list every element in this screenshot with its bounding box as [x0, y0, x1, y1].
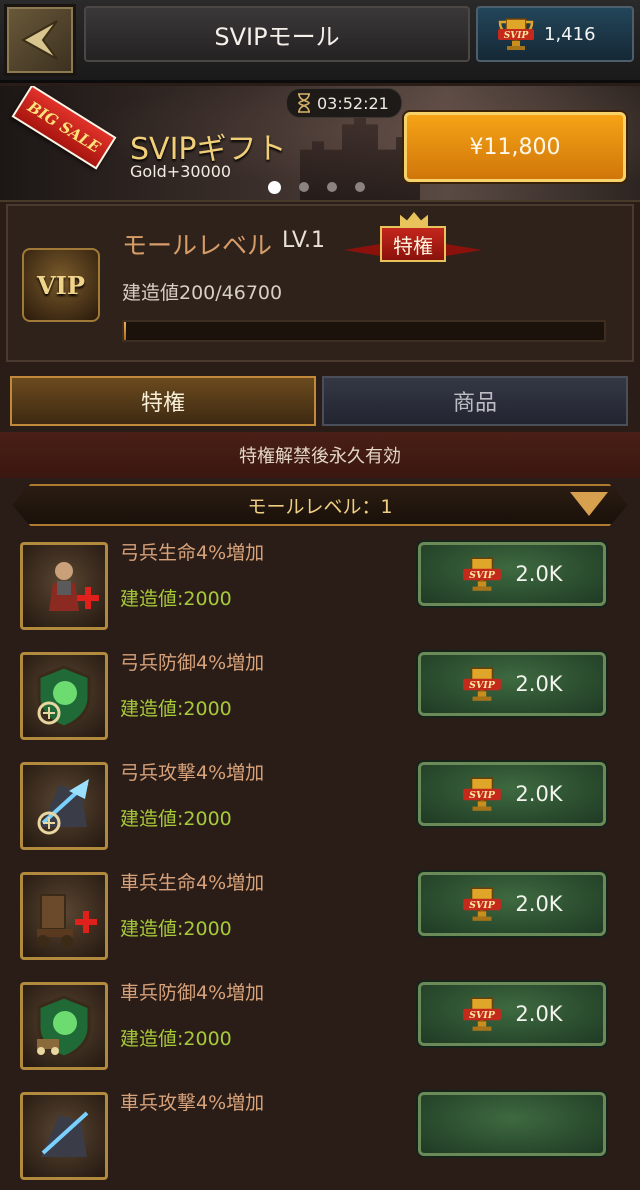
privilege-notice: 特権解禁後永久有効	[0, 432, 640, 478]
svip-trophy-icon: SVIP	[463, 777, 502, 811]
currency-amount: 1,416	[544, 23, 596, 45]
vip-badge-icon: VIP	[22, 248, 100, 322]
carousel-dot[interactable]	[268, 181, 281, 194]
item-price: 2.0K	[515, 672, 563, 696]
item-name: 弓兵生命4%増加	[120, 542, 265, 564]
svg-text:SVIP: SVIP	[470, 570, 497, 581]
archer-defense-icon	[20, 652, 108, 740]
siege-attack-icon	[20, 1092, 108, 1180]
archer-attack-icon	[20, 762, 108, 850]
item-name: 弓兵防御4%増加	[120, 652, 265, 674]
list-item: 弓兵生命4%増加 建造値:2000 SVIP 2.0K	[0, 530, 640, 640]
carousel-indicator[interactable]	[268, 181, 365, 194]
item-cost: 建造値:2000	[120, 918, 232, 940]
item-name: 車兵生命4%増加	[120, 872, 265, 894]
archer-health-icon	[20, 542, 108, 630]
item-cost: 建造値:2000	[120, 1028, 232, 1050]
item-cost: 建造値:2000	[120, 588, 232, 610]
mall-level-label: モールレベル	[122, 231, 273, 260]
list-item: 車兵生命4%増加 建造値:2000 SVIP 2.0K	[0, 860, 640, 970]
list-item: 車兵攻撃4%増加	[0, 1080, 640, 1190]
level-section-header: モールレベル：1	[12, 484, 628, 526]
svip-trophy-icon: SVIP	[463, 667, 502, 701]
item-name: 車兵防御4%増加	[120, 982, 265, 1004]
svg-text:SVIP: SVIP	[470, 900, 497, 911]
gift-subtitle: Gold+30000	[130, 162, 232, 181]
privilege-badge: 特権	[380, 226, 446, 262]
siege-defense-icon	[20, 982, 108, 1070]
list-item: 車兵防御4%増加 建造値:2000 SVIP 2.0K	[0, 970, 640, 1080]
item-buy-button[interactable]: SVIP 2.0K	[418, 542, 606, 606]
item-buy-button[interactable]: SVIP 2.0K	[418, 872, 606, 936]
item-cost: 建造値:2000	[120, 698, 232, 720]
tab-products[interactable]: 商品	[322, 376, 628, 426]
dropdown-arrow-icon[interactable]	[570, 492, 608, 516]
hourglass-icon	[298, 93, 310, 113]
svip-trophy-icon: SVIP	[463, 997, 502, 1031]
progress-fill	[124, 322, 127, 340]
item-name: 弓兵攻撃4%増加	[120, 762, 265, 784]
big-sale-ribbon: BIG SALE	[11, 86, 117, 170]
carousel-dot[interactable]	[327, 182, 337, 192]
svg-text:SVIP: SVIP	[470, 790, 497, 801]
buy-gift-button[interactable]: ¥11,800	[404, 112, 626, 182]
siege-health-icon	[20, 872, 108, 960]
item-name: 車兵攻撃4%増加	[120, 1092, 265, 1114]
item-price: 2.0K	[515, 892, 563, 916]
timer-text: 03:52:21	[317, 93, 389, 113]
carousel-dot[interactable]	[355, 182, 365, 192]
page-title: SVIPモール	[84, 6, 470, 62]
item-price: 2.0K	[515, 782, 563, 806]
list-item: 弓兵攻撃4%増加 建造値:2000 SVIP 2.0K	[0, 750, 640, 860]
carousel-dot[interactable]	[299, 182, 309, 192]
svg-text:SVIP: SVIP	[470, 1010, 497, 1021]
item-price: 2.0K	[515, 1002, 563, 1026]
svip-trophy-icon: SVIP	[498, 18, 534, 50]
svg-text:SVIP: SVIP	[504, 31, 529, 41]
mall-level-panel: VIP モールレベル LV.1 特権 建造値200/46700	[6, 204, 634, 362]
level-progress-bar	[122, 320, 606, 342]
list-item: 弓兵防御4%増加 建造値:2000 SVIP 2.0K	[0, 640, 640, 750]
back-button[interactable]	[4, 4, 76, 76]
svg-text:SVIP: SVIP	[470, 680, 497, 691]
item-price: 2.0K	[515, 562, 563, 586]
item-buy-button[interactable]: SVIP 2.0K	[418, 982, 606, 1046]
item-buy-button[interactable]	[418, 1092, 606, 1156]
build-value-text: 建造値200/46700	[122, 282, 283, 304]
tab-privilege[interactable]: 特権	[10, 376, 316, 426]
svip-trophy-icon: SVIP	[463, 887, 502, 921]
svip-currency-display[interactable]: SVIP 1,416	[476, 6, 634, 62]
item-buy-button[interactable]: SVIP 2.0K	[418, 652, 606, 716]
item-cost: 建造値:2000	[120, 808, 232, 830]
mall-level-value: LV.1	[282, 228, 326, 253]
countdown-timer: 03:52:21	[286, 88, 402, 118]
svip-trophy-icon: SVIP	[463, 557, 502, 591]
top-bar: SVIPモール SVIP 1,416	[0, 0, 640, 83]
back-arrow-icon	[20, 20, 58, 60]
crown-icon	[400, 212, 428, 226]
item-buy-button[interactable]: SVIP 2.0K	[418, 762, 606, 826]
